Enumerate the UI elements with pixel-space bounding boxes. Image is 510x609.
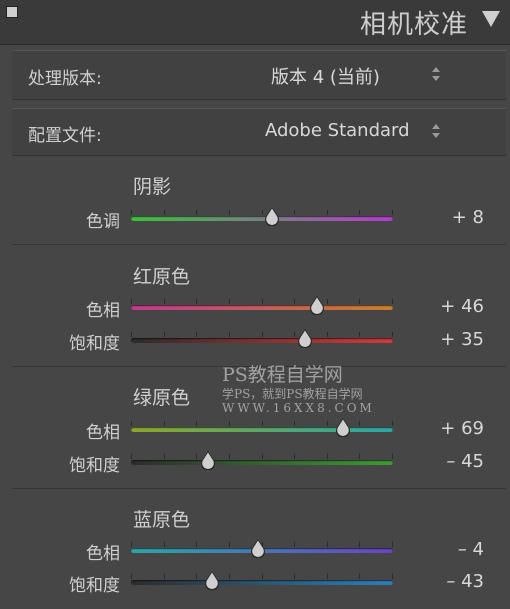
red-saturation-slider[interactable] — [131, 328, 393, 350]
green-hue-label: 色相 — [86, 423, 120, 443]
watermark-url: WWW.16XX8.COM — [222, 401, 375, 415]
slider-thumb[interactable] — [334, 417, 352, 438]
panel-toggle-box[interactable] — [6, 6, 18, 18]
triangle-down-icon[interactable] — [482, 11, 500, 27]
slider-thumb[interactable] — [249, 538, 267, 559]
watermark-title: PS教程自学网 — [222, 364, 343, 386]
process-version-label: 处理版本: — [28, 69, 102, 89]
blue-hue-slider[interactable] — [131, 538, 393, 560]
red-hue-label: 色相 — [86, 301, 120, 321]
slider-thumb[interactable] — [296, 328, 314, 349]
slider-track[interactable] — [131, 216, 393, 221]
red-hue-value[interactable]: + 46 — [440, 296, 484, 317]
profile-select[interactable]: Adobe Standard — [265, 120, 410, 141]
blue-primary-title: 蓝原色 — [133, 509, 191, 531]
updown-arrows-icon[interactable] — [432, 124, 442, 138]
red-saturation-value[interactable]: + 35 — [440, 329, 484, 350]
blue-hue-label: 色相 — [86, 544, 120, 564]
blue-saturation-label: 饱和度 — [69, 576, 120, 596]
blue-saturation-slider[interactable] — [131, 570, 393, 592]
updown-arrows-icon[interactable] — [432, 67, 442, 81]
panel-header[interactable]: 相机校准 — [0, 0, 510, 45]
green-saturation-slider[interactable] — [131, 450, 393, 472]
red-saturation-label: 饱和度 — [69, 334, 120, 354]
blue-saturation-value[interactable]: – 43 — [446, 571, 484, 592]
shadows-tint-value[interactable]: + 8 — [452, 207, 484, 228]
green-hue-value[interactable]: + 69 — [440, 418, 484, 439]
panel-title: 相机校准 — [359, 10, 468, 40]
watermark-subtitle: 学PS，就到PS教程自学网 — [222, 387, 363, 401]
slider-thumb[interactable] — [203, 570, 221, 591]
shadows-tint-label: 色调 — [86, 212, 120, 232]
slider-thumb[interactable] — [263, 206, 281, 227]
process-version-select[interactable]: 版本 4 (当前) — [271, 63, 380, 89]
slider-thumb[interactable] — [308, 295, 326, 316]
process-version-row: 处理版本: 版本 4 (当前) — [12, 50, 506, 100]
green-saturation-value[interactable]: – 45 — [446, 451, 484, 472]
slider-thumb[interactable] — [199, 450, 217, 471]
profile-label: 配置文件: — [28, 126, 102, 146]
green-saturation-label: 饱和度 — [69, 456, 120, 476]
slider-track[interactable] — [131, 460, 393, 465]
profile-row: 配置文件: Adobe Standard — [12, 108, 506, 156]
shadows-title: 阴影 — [133, 176, 172, 198]
slider-track[interactable] — [131, 338, 393, 343]
red-hue-slider[interactable] — [131, 295, 393, 317]
green-primary-title: 绿原色 — [133, 387, 191, 409]
blue-hue-value[interactable]: – 4 — [458, 539, 484, 560]
slider-track[interactable] — [131, 305, 393, 310]
green-hue-slider[interactable] — [131, 417, 393, 439]
red-primary-title: 红原色 — [133, 266, 191, 288]
shadows-tint-slider[interactable] — [131, 206, 393, 228]
slider-track[interactable] — [131, 580, 393, 585]
slider-track[interactable] — [131, 427, 393, 432]
